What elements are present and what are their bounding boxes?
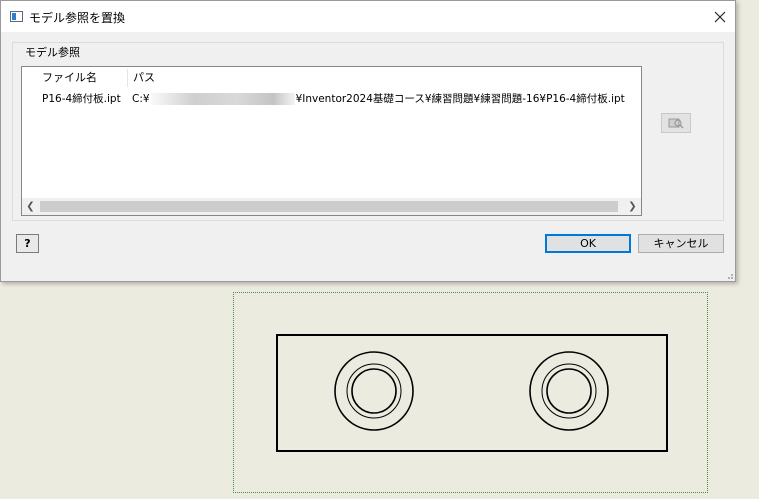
browse-icon bbox=[668, 118, 684, 129]
hole-left bbox=[334, 351, 414, 431]
dialog-title: モデル参照を置換 bbox=[29, 11, 126, 25]
title-bar: モデル参照を置換 bbox=[1, 1, 735, 32]
resize-grip-icon[interactable] bbox=[724, 270, 734, 280]
close-icon bbox=[714, 11, 726, 22]
path-prefix: C:¥ bbox=[132, 93, 150, 105]
column-header-filename[interactable]: ファイル名 bbox=[42, 67, 97, 89]
redacted-path-segment bbox=[150, 93, 295, 105]
column-header-path[interactable]: パス bbox=[133, 67, 155, 89]
help-icon: ? bbox=[24, 237, 31, 250]
row-filename[interactable]: P16-4締付板.ipt bbox=[42, 91, 121, 107]
column-separator[interactable] bbox=[127, 69, 128, 87]
close-button[interactable] bbox=[705, 1, 735, 32]
chevron-left-icon[interactable]: ❮ bbox=[22, 198, 39, 215]
app-icon bbox=[10, 11, 23, 22]
horizontal-scrollbar[interactable]: ❮ ❯ bbox=[22, 198, 641, 215]
hole-right bbox=[529, 351, 609, 431]
group-label: モデル参照 bbox=[25, 44, 80, 60]
browse-button[interactable] bbox=[661, 113, 691, 133]
row-path[interactable]: C:¥ ¥Inventor2024基礎コース¥練習問題¥練習問題-16¥P16-4… bbox=[132, 91, 625, 107]
help-button[interactable]: ? bbox=[16, 234, 39, 253]
chevron-right-icon[interactable]: ❯ bbox=[624, 198, 641, 215]
ok-button[interactable]: OK bbox=[545, 234, 631, 253]
cancel-button[interactable]: キャンセル bbox=[638, 234, 724, 253]
path-suffix: ¥Inventor2024基礎コース¥練習問題¥練習問題-16¥P16-4締付板… bbox=[295, 93, 625, 105]
scrollbar-thumb[interactable] bbox=[40, 201, 618, 212]
reference-list[interactable]: ファイル名 パス P16-4締付板.ipt C:¥ ¥Inventor2024基礎… bbox=[21, 66, 642, 216]
